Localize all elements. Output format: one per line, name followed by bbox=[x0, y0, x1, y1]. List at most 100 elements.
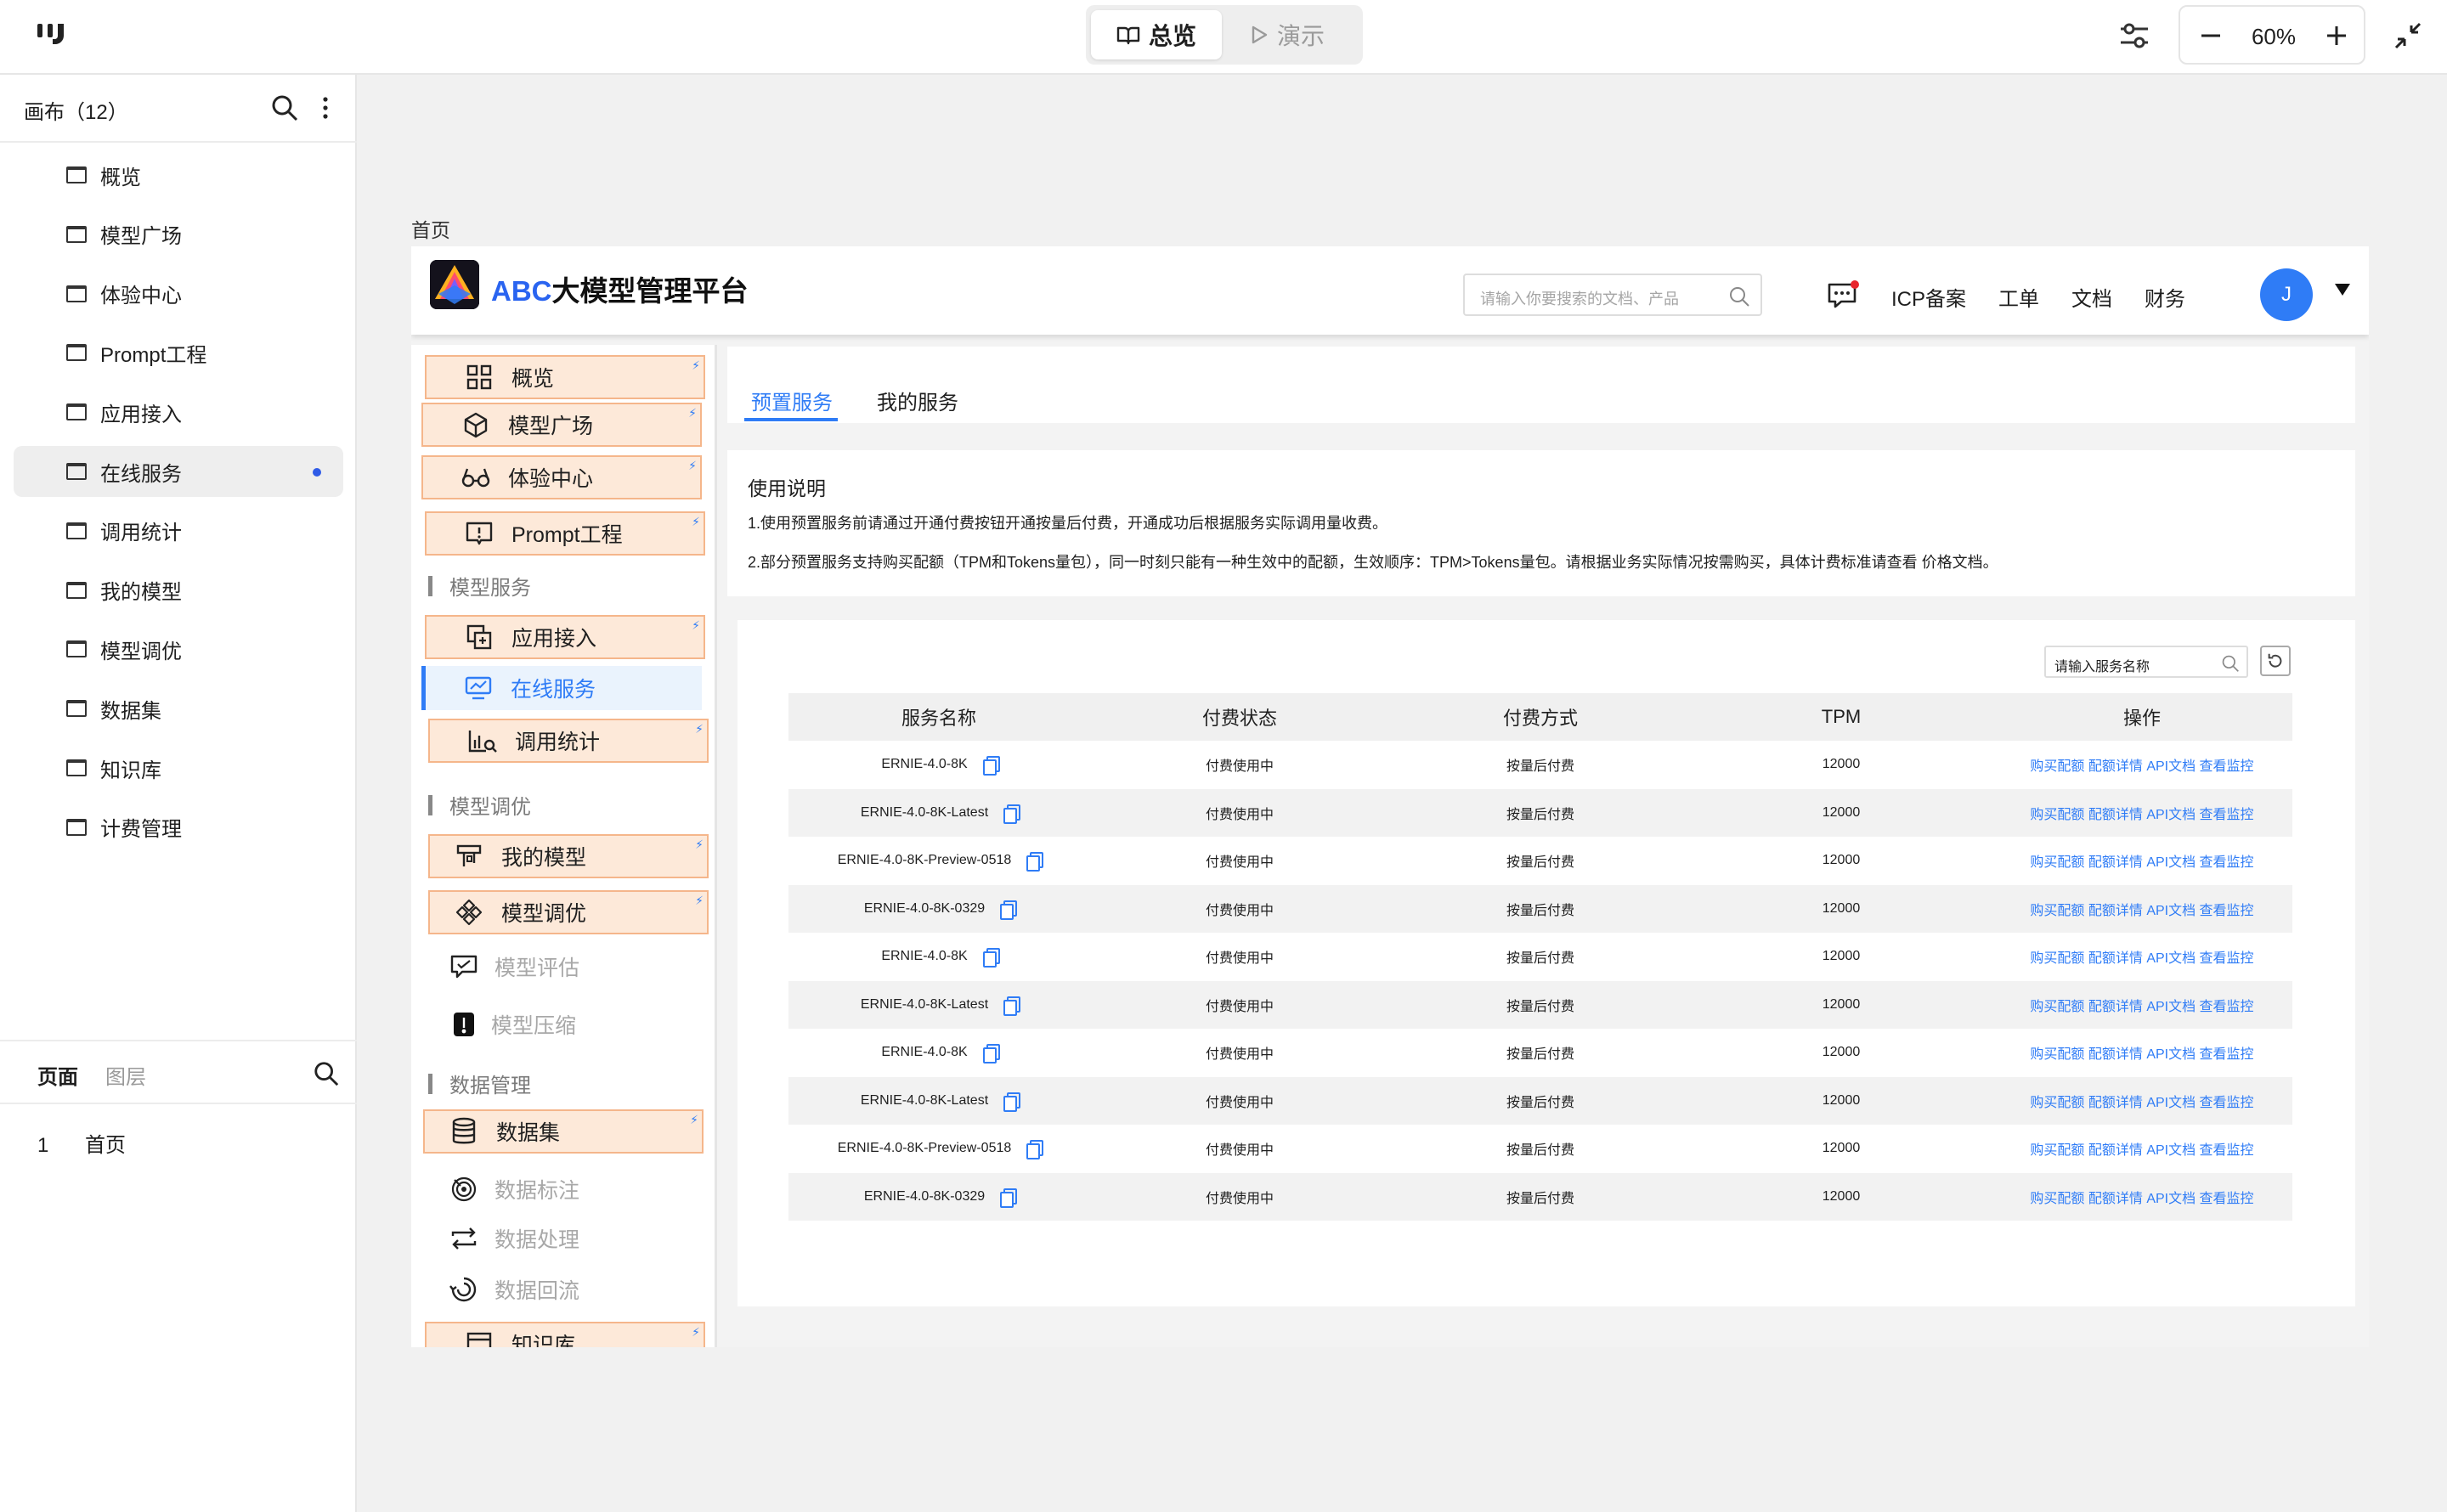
canvas-list-item[interactable]: 概览 bbox=[14, 150, 343, 200]
canvas-list-item[interactable]: 数据集 bbox=[14, 683, 343, 734]
online-service-icon bbox=[463, 673, 494, 703]
sidebar-item-prompt[interactable]: Prompt工程 ⚡ bbox=[425, 511, 705, 556]
canvas-list-item[interactable]: 计费管理 bbox=[14, 802, 343, 853]
sidebar-item-data-process[interactable]: 数据处理 bbox=[411, 1216, 692, 1261]
copy-icon[interactable] bbox=[1003, 804, 1021, 824]
lightning-icon: ⚡ bbox=[695, 838, 704, 851]
row-action-links[interactable]: 购买配额 配额详情 API文档 查看监控 bbox=[1992, 946, 2292, 967]
sidebar-item-label: 体验中心 bbox=[508, 467, 594, 491]
row-action-links[interactable]: 购买配额 配额详情 API文档 查看监控 bbox=[1992, 1042, 2292, 1063]
sidebar-item-my-models[interactable]: 我的模型 ⚡ bbox=[428, 834, 709, 878]
canvas-list-item[interactable]: 在线服务 bbox=[14, 446, 343, 497]
row-action-links[interactable]: 购买配额 配额详情 API文档 查看监控 bbox=[1992, 899, 2292, 919]
header-link-icp[interactable]: ICP备案 bbox=[1891, 282, 1966, 312]
frame-icon bbox=[66, 166, 87, 183]
sidebar-item-dataset[interactable]: 数据集 ⚡ bbox=[423, 1109, 704, 1154]
sidebar-item-data-reflow[interactable]: 数据回流 bbox=[411, 1267, 692, 1312]
sidebar-item-call-stats[interactable]: 调用统计 ⚡ bbox=[428, 719, 709, 763]
row-action-links[interactable]: 购买配额 配额详情 API文档 查看监控 bbox=[1992, 1187, 2292, 1207]
sidebar-item-experience[interactable]: 体验中心 ⚡ bbox=[421, 455, 702, 499]
sidebar-item-data-annotate[interactable]: 数据标注 bbox=[411, 1167, 692, 1211]
present-mode-button[interactable]: 演示 bbox=[1222, 10, 1353, 59]
copy-icon[interactable] bbox=[1003, 1092, 1021, 1112]
sidebar-item-label: 数据处理 bbox=[494, 1228, 580, 1252]
canvas-list-item[interactable]: 模型调优 bbox=[14, 623, 343, 674]
canvas-list-item[interactable]: 我的模型 bbox=[14, 565, 343, 616]
refresh-button[interactable] bbox=[2260, 646, 2291, 676]
global-search-input[interactable]: 请输入你要搜索的文档、产品 bbox=[1463, 274, 1762, 316]
row-action-links[interactable]: 购买配额 配额详情 API文档 查看监控 bbox=[1992, 754, 2292, 775]
chevron-down-icon[interactable] bbox=[2335, 284, 2350, 296]
copy-icon[interactable] bbox=[982, 948, 1000, 968]
canvas-list-item[interactable]: 应用接入 bbox=[14, 386, 343, 437]
copy-icon[interactable] bbox=[1026, 1140, 1044, 1160]
row-action-links[interactable]: 购买配额 配额详情 API文档 查看监控 bbox=[1992, 850, 2292, 871]
avatar[interactable]: J bbox=[2260, 268, 2313, 321]
sidebar-item-model-eval[interactable]: 模型评估 bbox=[411, 945, 692, 989]
app-logo-icon[interactable] bbox=[34, 19, 71, 53]
canvas-list-item[interactable]: 模型广场 bbox=[14, 209, 343, 260]
service-name-cell: ERNIE-4.0-8K-0329 bbox=[788, 1188, 1089, 1208]
sidebar-item-app-access[interactable]: 应用接入 ⚡ bbox=[425, 615, 705, 659]
zoom-in-button[interactable] bbox=[2318, 17, 2355, 54]
pay-status-cell: 付费使用中 bbox=[1205, 951, 1274, 967]
sidebar-item-online-service[interactable]: 在线服务 bbox=[421, 666, 702, 710]
tpm-cell: 12000 bbox=[1822, 757, 1861, 772]
collapse-icon[interactable] bbox=[2389, 17, 2427, 54]
copy-icon[interactable] bbox=[982, 756, 1000, 776]
cube-icon bbox=[461, 409, 491, 440]
pay-status-cell: 付费使用中 bbox=[1205, 1191, 1274, 1206]
copy-icon[interactable] bbox=[1000, 1188, 1018, 1208]
page-list-item[interactable]: 1 首页 bbox=[37, 1128, 126, 1158]
pay-status-cell: 付费使用中 bbox=[1205, 807, 1274, 822]
copy-icon[interactable] bbox=[1003, 996, 1021, 1016]
header-link-ticket[interactable]: 工单 bbox=[1998, 282, 2039, 312]
row-action-links[interactable]: 购买配额 配额详情 API文档 查看监控 bbox=[1992, 803, 2292, 823]
service-name: ERNIE-4.0-8K-Latest bbox=[860, 804, 989, 820]
lightning-icon: ⚡ bbox=[695, 722, 704, 736]
zoom-out-button[interactable] bbox=[2192, 17, 2229, 54]
table-row: ERNIE-4.0-8K-Preview-0518 付费使用中 按量后付费 12000… bbox=[788, 837, 2292, 885]
message-icon[interactable] bbox=[1827, 280, 1861, 308]
overview-mode-button[interactable]: 总览 bbox=[1091, 10, 1222, 59]
search-icon[interactable] bbox=[270, 93, 299, 122]
sidebar-item-label: Prompt工程 bbox=[511, 523, 623, 547]
canvas-list-item[interactable]: Prompt工程 bbox=[14, 327, 343, 378]
sidebar-item-model-tuning[interactable]: 模型调优 ⚡ bbox=[428, 890, 709, 934]
canvas-list-item[interactable]: 知识库 bbox=[14, 742, 343, 793]
copy-icon[interactable] bbox=[1000, 900, 1018, 920]
minus-icon bbox=[2201, 34, 2220, 37]
row-action-links[interactable]: 购买配额 配额详情 API文档 查看监控 bbox=[1992, 1091, 2292, 1111]
canvas-list-item[interactable]: 体验中心 bbox=[14, 268, 343, 319]
search-icon[interactable] bbox=[2221, 654, 2240, 673]
frame-label[interactable]: 首页 bbox=[411, 214, 450, 243]
tab-my-services[interactable]: 我的服务 bbox=[877, 386, 958, 415]
service-search-input[interactable]: 请输入服务名称 bbox=[2044, 646, 2248, 678]
sidebar-item-model-square[interactable]: 模型广场 ⚡ bbox=[421, 403, 702, 447]
copy-icon[interactable] bbox=[982, 1044, 1000, 1064]
grid-icon bbox=[464, 362, 494, 392]
row-action-links[interactable]: 购买配额 配额详情 API文档 查看监控 bbox=[1992, 1138, 2292, 1159]
more-options-icon[interactable] bbox=[313, 93, 338, 122]
service-tabs: 预置服务 我的服务 bbox=[727, 347, 2355, 423]
service-name: ERNIE-4.0-8K-0329 bbox=[863, 900, 986, 916]
search-icon[interactable] bbox=[313, 1060, 340, 1087]
header-link-docs[interactable]: 文档 bbox=[2071, 282, 2112, 312]
frame-icon bbox=[66, 285, 87, 302]
header-link-finance[interactable]: 财务 bbox=[2145, 282, 2185, 312]
copy-icon[interactable] bbox=[1026, 852, 1044, 872]
pay-method-cell: 按量后付费 bbox=[1506, 999, 1574, 1014]
settings-sliders-icon[interactable] bbox=[2116, 17, 2153, 54]
sidebar-item-model-compress[interactable]: 模型压缩 bbox=[411, 1002, 692, 1047]
tab-preset-services[interactable]: 预置服务 bbox=[751, 386, 833, 415]
sidebar-item-overview[interactable]: 概览 ⚡ bbox=[425, 355, 705, 399]
eval-icon bbox=[449, 951, 479, 982]
canvas-list-item[interactable]: 调用统计 bbox=[14, 505, 343, 556]
tab-layers[interactable]: 图层 bbox=[105, 1060, 146, 1090]
search-icon[interactable] bbox=[1728, 285, 1750, 307]
row-action-links[interactable]: 购买配额 配额详情 API文档 查看监控 bbox=[1992, 995, 2292, 1015]
canvas-list-item-label: Prompt工程 bbox=[100, 343, 207, 367]
plus-icon bbox=[2327, 26, 2346, 45]
sidebar-item-knowledge[interactable]: 知识库 ⚡ bbox=[425, 1322, 705, 1347]
tab-pages[interactable]: 页面 bbox=[37, 1060, 78, 1090]
